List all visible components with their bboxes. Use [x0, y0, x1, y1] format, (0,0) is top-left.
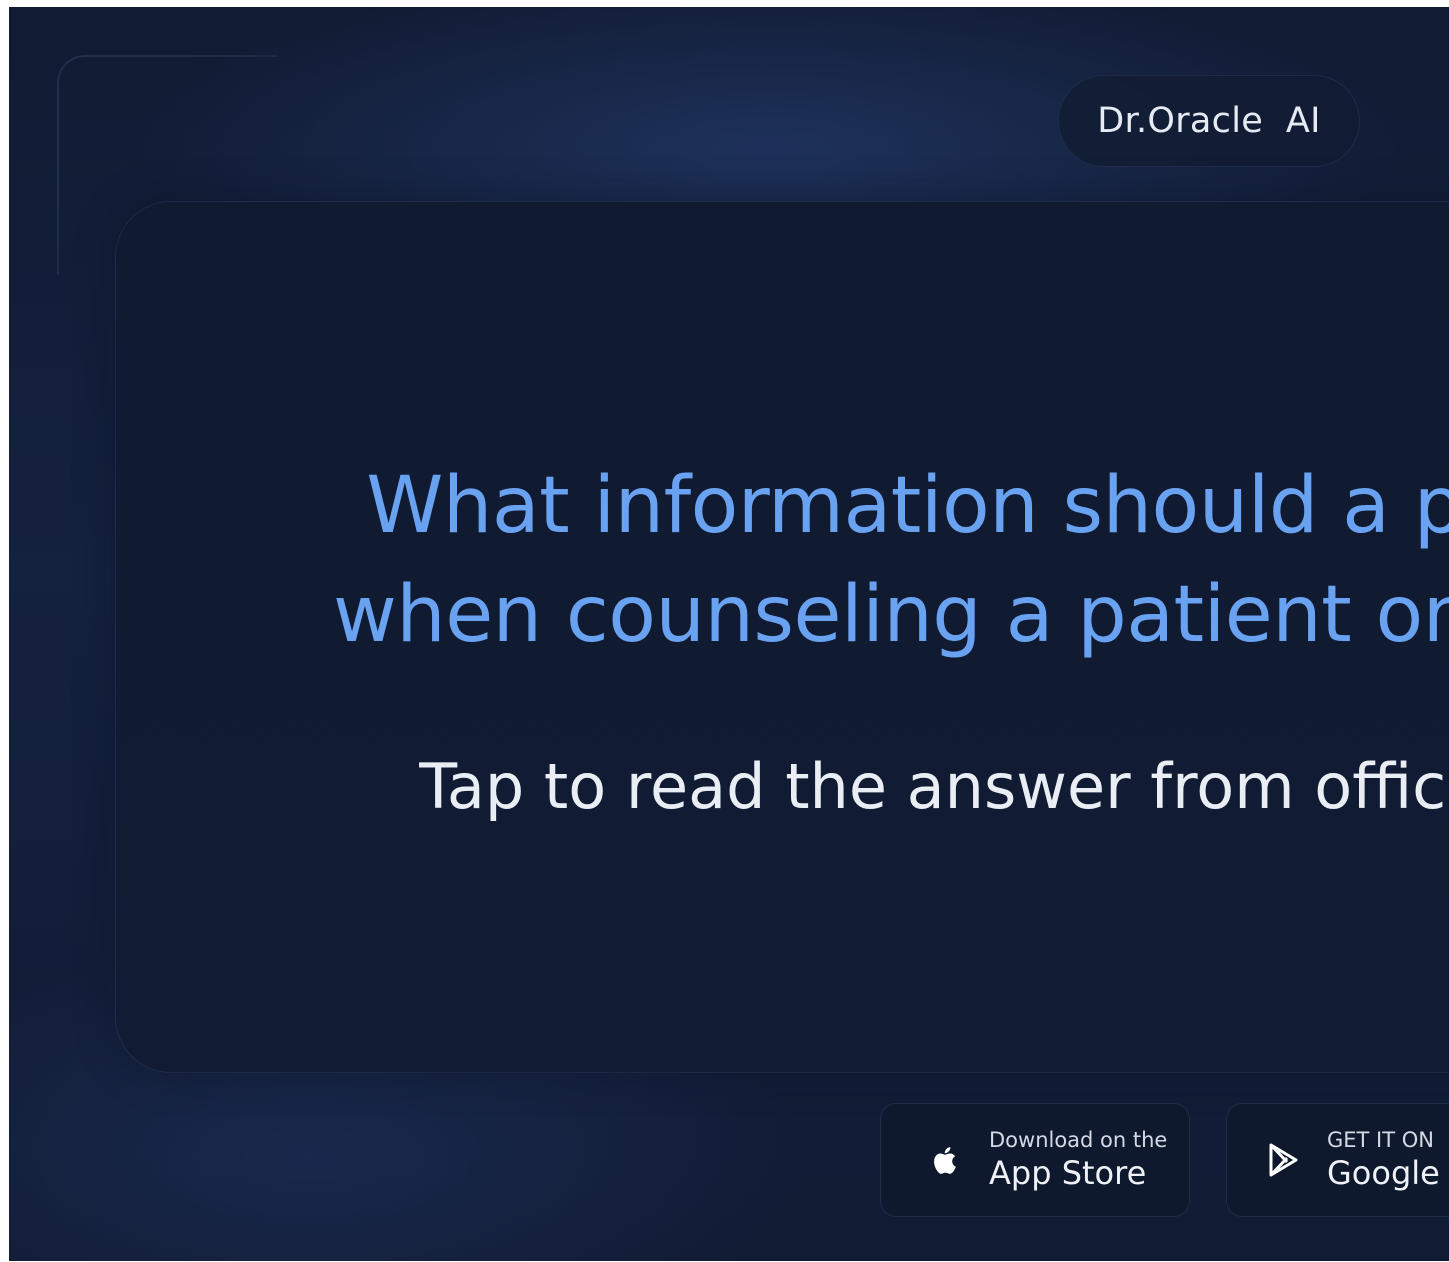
question-line-1: What information should a ph	[366, 461, 1449, 551]
google-play-small-text: GET IT ON	[1327, 1128, 1434, 1152]
question-line-2: when counseling a patient on b	[332, 570, 1449, 660]
brand-badge: Dr.Oracle AI	[1058, 75, 1360, 167]
google-play-large-text: Google P	[1327, 1154, 1449, 1192]
apple-icon	[934, 1147, 956, 1174]
app-store-button[interactable]: Download on the App Store	[880, 1103, 1190, 1217]
brand-name: Dr.Oracle AI	[1097, 101, 1321, 141]
app-store-large-text: App Store	[989, 1154, 1147, 1192]
app-store-small-text: Download on the	[989, 1128, 1168, 1152]
question-text[interactable]: What information should a ph when counse…	[239, 452, 1449, 670]
google-play-icon	[1269, 1143, 1298, 1177]
google-play-label: GET IT ON Google P	[1327, 1127, 1449, 1193]
google-play-button[interactable]: GET IT ON Google P	[1226, 1103, 1449, 1217]
app-store-label: Download on the App Store	[989, 1127, 1167, 1193]
page-frame: Dr.Oracle AI What information should a p…	[9, 7, 1449, 1261]
tap-to-read-text[interactable]: Tap to read the answer from official	[269, 752, 1449, 822]
